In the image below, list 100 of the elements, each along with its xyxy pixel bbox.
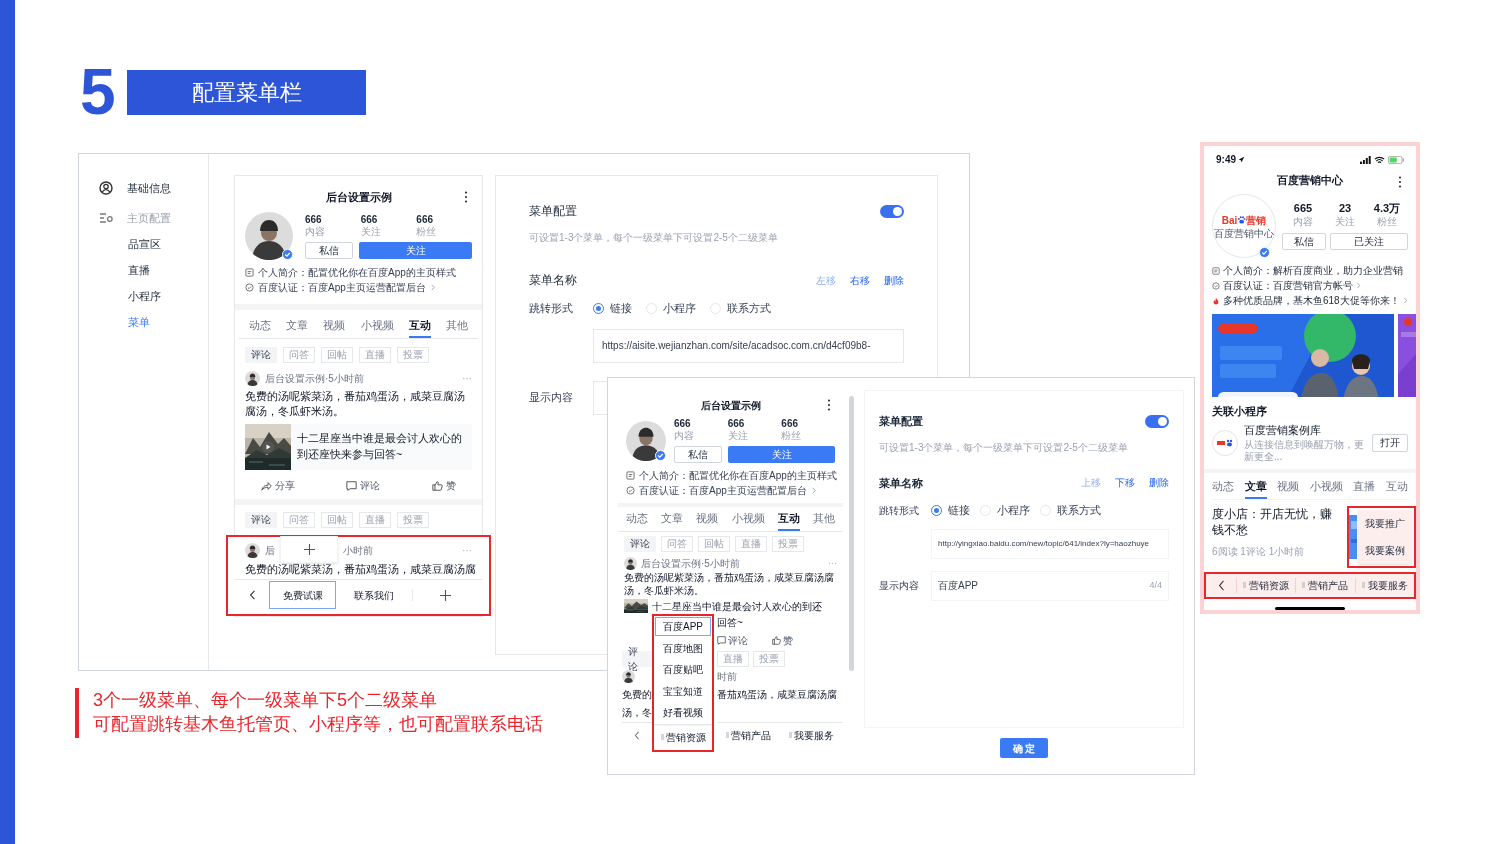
menu-option[interactable]: 百度APP	[655, 617, 711, 637]
field-label: 菜单名称	[879, 475, 923, 491]
url-field[interactable]: https://aisite.wejianzhan.com/site/acadsoc.com.cn/d4cf09b8-	[593, 328, 904, 363]
link-title: 回答~	[717, 616, 743, 631]
avatar-icon	[622, 670, 635, 684]
profile-button[interactable]: 私信	[674, 446, 722, 463]
profile-button[interactable]: 私信	[305, 241, 353, 259]
grip-icon	[660, 734, 664, 741]
stat-label: 关注	[360, 225, 382, 238]
plus-icon[interactable]	[303, 543, 315, 555]
menu-option[interactable]: 百度地图	[655, 638, 711, 658]
field-label: 跳转形式	[529, 301, 574, 316]
section-heading: 关联小程序	[1212, 403, 1268, 419]
post-meta: 时前	[717, 670, 737, 685]
filter-chip[interactable]: 评论	[245, 346, 277, 363]
sidebar-item[interactable]: 小程序	[99, 283, 208, 309]
thumbs-up-icon[interactable]	[432, 480, 444, 491]
text-field[interactable]: 百度APP 4/4	[931, 570, 1169, 601]
action-link[interactable]: 删除	[884, 272, 904, 288]
article-title[interactable]: 度小店：开店无忧，赚钱不愁	[1212, 505, 1343, 538]
tab[interactable]: 其他	[812, 511, 835, 531]
menu-option[interactable]: 我要推广	[1365, 515, 1405, 531]
more-icon[interactable]	[464, 191, 468, 203]
action-label[interactable]: 分享	[274, 478, 295, 494]
stat-label: 关注	[727, 430, 749, 442]
note-icon	[1212, 266, 1220, 275]
back-icon[interactable]	[634, 730, 640, 740]
radio-label: 联系方式	[727, 301, 771, 316]
tab[interactable]: 互动	[408, 318, 431, 338]
mini-program-description: 从连接信息到唤醒万物，更新更全...	[1244, 438, 1365, 463]
tab[interactable]: 动态	[626, 511, 648, 531]
grip-icon	[726, 732, 729, 739]
tab[interactable]: 视频	[696, 511, 719, 531]
plus-icon[interactable]	[439, 589, 451, 601]
scrollbar[interactable]	[849, 396, 854, 671]
menu-option[interactable]: 宝宝知道	[655, 681, 711, 701]
tab[interactable]: 小视频	[1309, 479, 1343, 499]
check-circle-icon	[245, 283, 254, 292]
chevron-right-icon	[1402, 297, 1408, 305]
action-link[interactable]: 删除	[1149, 475, 1169, 491]
profile-button[interactable]: 私信	[1282, 232, 1326, 250]
action-label[interactable]: 评论	[360, 478, 381, 494]
sidebar-item[interactable]: 直播	[99, 257, 208, 283]
logo-text: Bai	[1221, 213, 1238, 228]
info-text: 个人简介：配置优化你在百度App的主页样式	[639, 469, 837, 482]
tab[interactable]: 视频	[323, 318, 346, 338]
menu-option[interactable]: 好看视频	[655, 703, 711, 723]
more-icon[interactable]	[1398, 176, 1402, 188]
sidebar-item[interactable]: 菜单	[99, 309, 208, 335]
action-link[interactable]: 下移	[1115, 475, 1135, 491]
url-field[interactable]: http://yingxiao.baidu.com/new/topic/641/index?ly=haozhuye	[931, 528, 1169, 559]
menu-option[interactable]: 我要案例	[1365, 542, 1405, 558]
tab[interactable]: 其他	[445, 318, 468, 338]
toggle-switch[interactable]	[1145, 414, 1169, 428]
comment-icon[interactable]	[346, 480, 358, 491]
follow-button[interactable]: 关注	[728, 446, 835, 463]
menu-item[interactable]: 营销产品	[1295, 577, 1355, 593]
thumbs-up-icon[interactable]	[772, 636, 781, 646]
back-icon[interactable]	[248, 590, 256, 601]
tab[interactable]: 小视频	[360, 318, 394, 338]
filter-chip[interactable]: 评论	[245, 511, 277, 528]
toggle-switch[interactable]	[880, 204, 904, 218]
action-label[interactable]: 赞	[783, 633, 793, 649]
tab[interactable]: 视频	[1277, 479, 1300, 499]
sidebar-item[interactable]: 基础信息	[127, 179, 171, 197]
tab[interactable]: 小视频	[731, 511, 765, 531]
tab[interactable]: 文章	[1244, 479, 1267, 499]
tab[interactable]: 直播	[1353, 479, 1376, 499]
radio-label: 小程序	[663, 301, 696, 316]
tab[interactable]: 文章	[286, 318, 309, 338]
tab[interactable]: 互动	[777, 511, 800, 531]
follow-button[interactable]: 关注	[359, 241, 472, 259]
confirm-button[interactable]: 确 定	[1000, 738, 1048, 758]
open-button[interactable]: 打开	[1372, 433, 1408, 452]
mini-program-row[interactable]: 百度营销案例库 从连接信息到唤醒万物，更新更全... 打开	[1212, 423, 1408, 463]
more-icon[interactable]	[827, 399, 831, 411]
menu-item[interactable]: 我要服务	[789, 727, 834, 743]
tab[interactable]: 动态	[249, 318, 271, 338]
back-icon[interactable]	[1217, 579, 1225, 591]
action-link[interactable]: 右移	[850, 272, 870, 288]
menu-item[interactable]: 联系我们	[340, 581, 408, 610]
action-label[interactable]: 评论	[728, 633, 748, 649]
accent-bar	[75, 688, 79, 738]
menu-item[interactable]: 营销产品	[726, 727, 771, 743]
menu-item[interactable]: 我要服务	[1354, 577, 1414, 593]
action-label[interactable]: 赞	[446, 478, 457, 494]
menu-option[interactable]: 百度贴吧	[655, 660, 711, 680]
filter-chip[interactable]: 评论	[624, 535, 656, 552]
menu-item[interactable]: 免费试课	[269, 581, 337, 610]
note-icon	[245, 268, 254, 277]
menu-item[interactable]: 营销资源	[1236, 577, 1296, 593]
tab[interactable]: 互动	[1385, 479, 1408, 499]
menu-item[interactable]: 营销资源	[654, 723, 712, 750]
tab[interactable]: 动态	[1212, 479, 1234, 499]
tab[interactable]: 文章	[661, 511, 684, 531]
profile-button[interactable]: 已关注	[1330, 232, 1408, 250]
link-card[interactable]: 十二星座当中谁是最会讨人欢心的到还座快来参与回答~	[245, 423, 472, 470]
comment-icon[interactable]	[717, 636, 726, 646]
share-icon[interactable]	[260, 480, 272, 491]
sidebar-item[interactable]: 品宣区	[99, 231, 208, 257]
